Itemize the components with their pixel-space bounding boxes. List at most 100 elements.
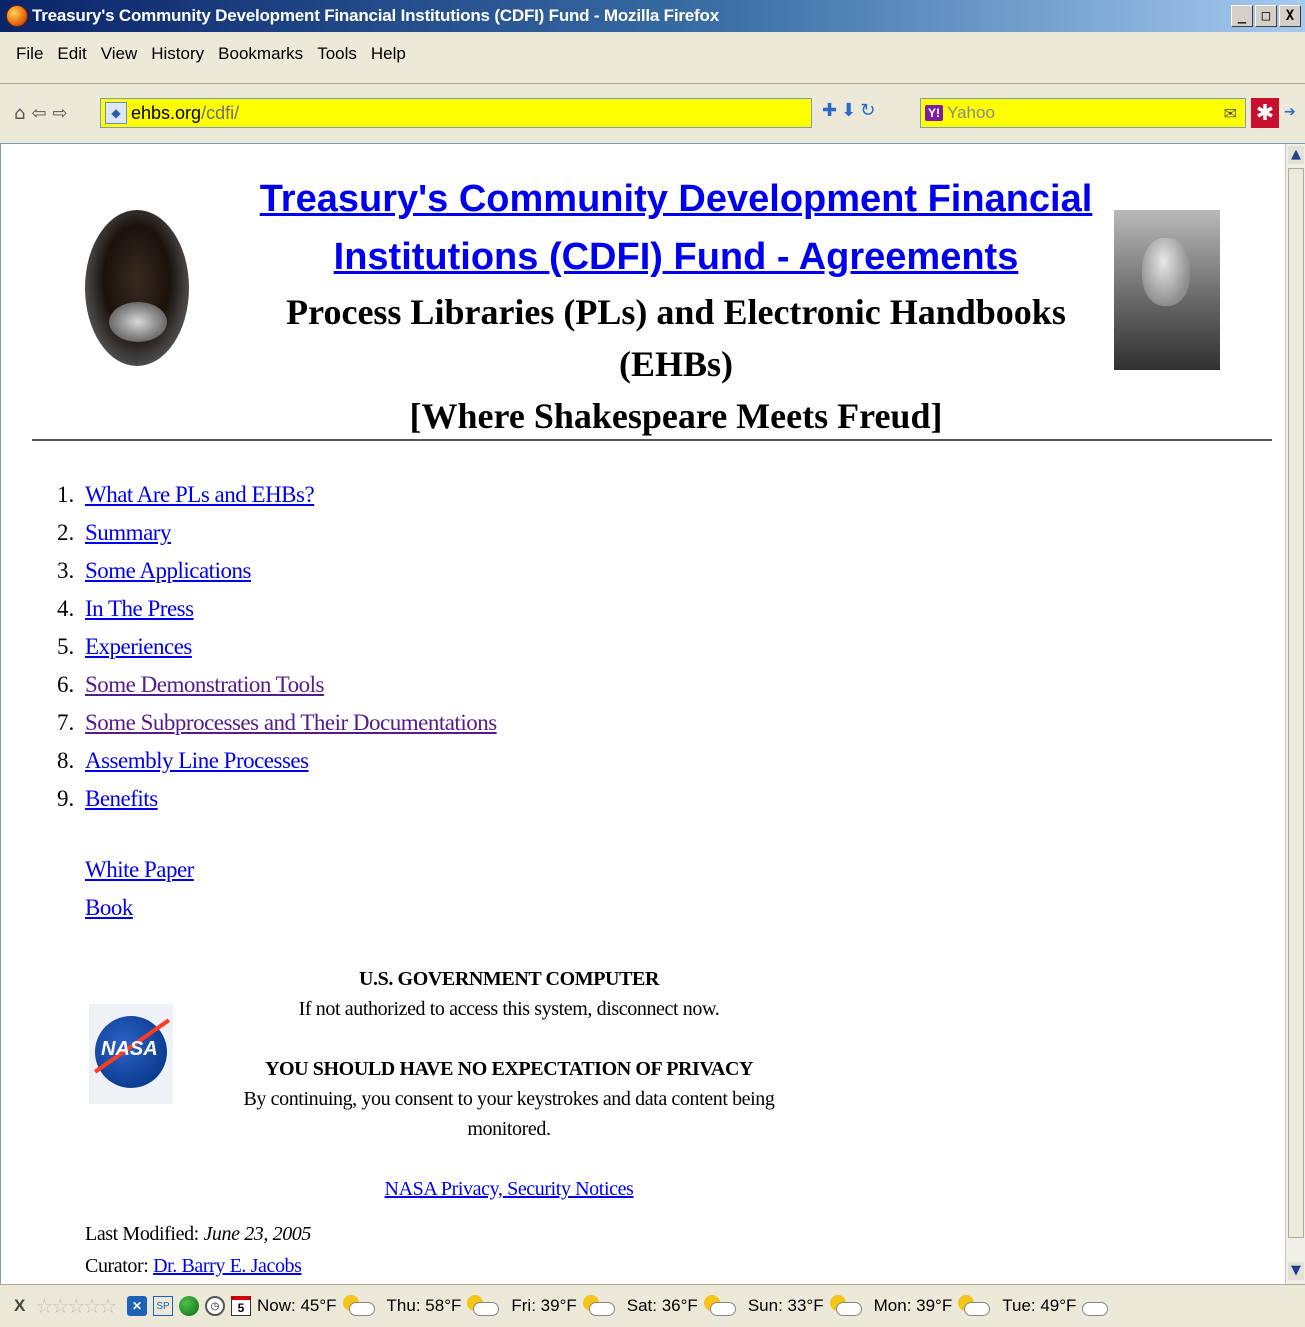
menu-help[interactable]: Help (371, 44, 406, 64)
toc-link-summary[interactable]: Summary (85, 520, 171, 546)
menu-bookmarks[interactable]: Bookmarks (218, 44, 303, 64)
url-text[interactable]: ehbs.org/cdfi/ (131, 103, 239, 124)
close-button[interactable]: X (1279, 5, 1301, 27)
search-go-icon[interactable]: ✉ (1224, 104, 1237, 123)
horizontal-divider (32, 439, 1272, 441)
weather-sun[interactable]: Sun: 33°F (748, 1295, 862, 1317)
menu-history[interactable]: History (151, 44, 204, 64)
weather-thu[interactable]: Thu: 58°F (387, 1295, 500, 1317)
list-item: 8. Assembly Line Processes (57, 742, 497, 780)
list-item: 3. Some Applications (57, 552, 497, 590)
page-favicon-icon: ◆ (105, 102, 127, 124)
title-link-line1[interactable]: Treasury's Community Development Financi… (241, 170, 1111, 228)
list-number: 9. (57, 786, 75, 811)
scroll-down-icon[interactable]: ▼ (1288, 1262, 1304, 1280)
weather-tue[interactable]: Tue: 49°F (1002, 1295, 1114, 1317)
partly-cloudy-icon (341, 1295, 375, 1317)
window-title-bar: Treasury's Community Development Financi… (0, 0, 1305, 32)
notice-monitoring-text: By continuing, you consent to your keyst… (243, 1088, 775, 1140)
curator: Curator: Dr. Barry E. Jacobs (85, 1255, 302, 1277)
page-content: Treasury's Community Development Financi… (0, 144, 1285, 1284)
list-item: 2. Summary (57, 514, 497, 552)
status-bar: X ☆☆☆☆☆ ✕ SP ◷ 5 Now: 45°F Thu: 58°F Fri… (0, 1284, 1305, 1327)
subtitle-line2: [Where Shakespeare Meets Freud] (409, 396, 943, 436)
weather-now[interactable]: Now: 45°F (257, 1295, 375, 1317)
toc-link-assembly-line[interactable]: Assembly Line Processes (85, 748, 309, 774)
weather-mon[interactable]: Mon: 39°F (874, 1295, 991, 1317)
add-bookmark-icon[interactable]: ✚ (822, 100, 837, 121)
notice-authorization-text: If not authorized to access this system,… (298, 998, 720, 1020)
forward-icon[interactable]: ⇨ (53, 103, 68, 124)
nasa-privacy-link[interactable]: NASA Privacy, Security Notices (385, 1178, 634, 1200)
addon-dropdown-icon[interactable]: ➔ (1284, 104, 1296, 120)
subtitle-line1: Process Libraries (PLs) and Electronic H… (286, 292, 1066, 384)
list-number: 8. (57, 748, 75, 773)
book-link[interactable]: Book (85, 889, 194, 927)
table-of-contents: 1. What Are PLs and EHBs? 2. Summary 3. Som… (57, 476, 497, 818)
curator-link[interactable]: Dr. Barry E. Jacobs (153, 1255, 302, 1277)
navigation-toolbar: ⌂ ⇦ ⇨ ◆ ehbs.org/cdfi/ ✚ ⬇ ↻ Y! Yahoo ✉ … (0, 84, 1305, 144)
window-title: Treasury's Community Development Financi… (32, 6, 719, 25)
list-number: 4. (57, 596, 75, 621)
list-item: 4. In The Press (57, 590, 497, 628)
partly-cloudy-icon (581, 1295, 615, 1317)
search-box[interactable]: Y! Yahoo ✉ (920, 98, 1246, 128)
toc-link-applications[interactable]: Some Applications (85, 558, 251, 584)
extra-links: White Paper Book (85, 851, 194, 927)
green-status-icon[interactable] (179, 1296, 199, 1316)
menu-view[interactable]: View (101, 44, 138, 64)
rating-stars[interactable]: ☆☆☆☆☆ (35, 1294, 117, 1319)
white-paper-link[interactable]: White Paper (85, 851, 194, 889)
clock-icon[interactable]: ◷ (205, 1296, 225, 1316)
sp-icon[interactable]: SP (153, 1296, 173, 1316)
notice-heading-privacy: YOU SHOULD HAVE NO EXPECTATION OF PRIVAC… (264, 1058, 754, 1080)
partly-cloudy-icon (465, 1295, 500, 1317)
page-header: Treasury's Community Development Financi… (1, 144, 1285, 436)
yahoo-engine-icon[interactable]: Y! (925, 105, 943, 121)
weather-fri[interactable]: Fri: 39°F (511, 1295, 615, 1317)
toc-link-experiences[interactable]: Experiences (85, 634, 192, 660)
list-item: 9. Benefits (57, 780, 497, 818)
toc-link-subprocesses[interactable]: Some Subprocesses and Their Documentatio… (85, 710, 497, 736)
download-arrow-icon[interactable]: ⬇ (841, 100, 856, 121)
menu-edit[interactable]: Edit (57, 44, 86, 64)
partly-cloudy-icon (956, 1295, 991, 1317)
addon-x-icon[interactable]: ✕ (127, 1296, 147, 1316)
title-link-line2[interactable]: Institutions (CDFI) Fund - Agreements (241, 228, 1111, 286)
page-headline: Treasury's Community Development Financi… (241, 170, 1111, 442)
address-bar[interactable]: ◆ ehbs.org/cdfi/ (100, 98, 812, 128)
firefox-logo-icon (6, 5, 28, 27)
collar-shape (109, 302, 167, 342)
calendar-icon[interactable]: 5 (231, 1296, 251, 1316)
last-modified: Last Modified: June 23, 2005 (85, 1223, 311, 1245)
toc-link-demo-tools[interactable]: Some Demonstration Tools (85, 672, 324, 698)
cloudy-icon (1080, 1295, 1114, 1317)
weather-sat[interactable]: Sat: 36°F (627, 1295, 736, 1317)
list-number: 2. (57, 520, 75, 545)
list-number: 5. (57, 634, 75, 659)
list-item: 6. Some Demonstration Tools (57, 666, 497, 704)
vertical-scrollbar[interactable]: ▲ ▼ (1285, 144, 1305, 1284)
menu-file[interactable]: File (16, 44, 43, 64)
notice-heading-government: U.S. GOVERNMENT COMPUTER (358, 968, 660, 990)
list-number: 3. (57, 558, 75, 583)
list-item: 5. Experiences (57, 628, 497, 666)
home-icon[interactable]: ⌂ (14, 103, 25, 124)
toc-link-benefits[interactable]: Benefits (85, 786, 158, 812)
search-input[interactable]: Yahoo (947, 103, 995, 123)
toolbar-addon-icon[interactable]: ✱ (1251, 98, 1279, 128)
list-item: 7. Some Subprocesses and Their Documentat… (57, 704, 497, 742)
maximize-button[interactable]: □ (1255, 5, 1277, 27)
back-icon[interactable]: ⇦ (31, 103, 46, 124)
toc-link-press[interactable]: In The Press (85, 596, 194, 622)
menu-tools[interactable]: Tools (317, 44, 357, 64)
toc-link-what-are-pls[interactable]: What Are PLs and EHBs? (85, 482, 315, 508)
scroll-thumb[interactable] (1288, 168, 1304, 1238)
reload-icon[interactable]: ↻ (860, 100, 875, 121)
minimize-button[interactable]: _ (1231, 5, 1253, 27)
partly-cloudy-icon (702, 1295, 736, 1317)
partly-cloudy-icon (828, 1295, 862, 1317)
scroll-up-icon[interactable]: ▲ (1288, 146, 1304, 164)
nasa-logo: NASA (89, 1004, 173, 1104)
close-toolbar-icon[interactable]: X (14, 1296, 25, 1316)
